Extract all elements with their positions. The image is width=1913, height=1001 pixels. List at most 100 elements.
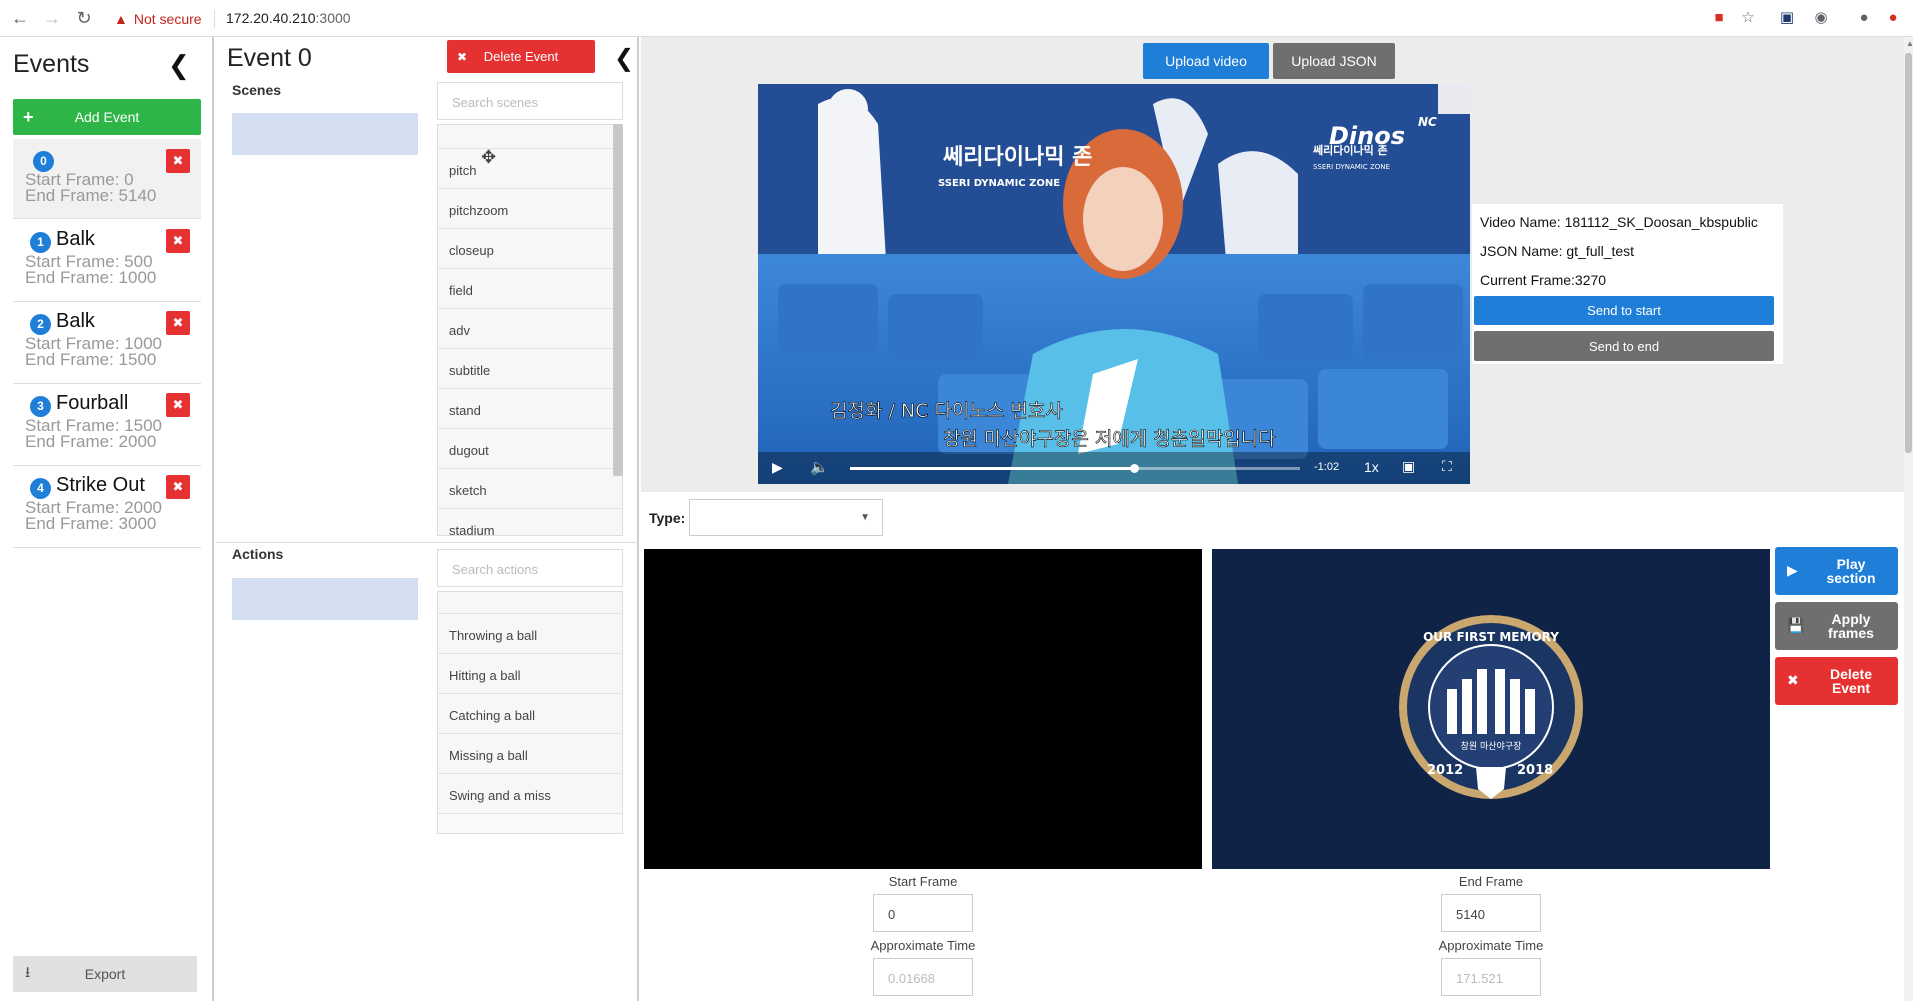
section-divider — [216, 542, 639, 543]
scene-item[interactable]: stand — [438, 389, 622, 429]
delete-event-icon[interactable]: ✖ — [166, 311, 190, 335]
scroll-up-icon[interactable]: ▲ — [1906, 39, 1913, 48]
event-card-3[interactable]: 3 Fourball Start Frame: 1500 End Frame: … — [13, 386, 201, 466]
delete-event-button[interactable]: ✖ Delete Event — [447, 40, 595, 73]
upload-video-button[interactable]: Upload video — [1143, 43, 1269, 79]
end-frame-preview: OUR FIRST MEMORY 창원 마산야구장 2012 2018 — [1212, 549, 1770, 869]
delete-event-side-button[interactable]: ✖ Delete Event — [1775, 657, 1898, 705]
event-card-0[interactable]: 0 Start Frame: 0 End Frame: 5140 ✖ — [13, 139, 201, 219]
not-secure-label: Not secure — [133, 11, 202, 27]
event-end-frame: End Frame: 2000 — [25, 432, 157, 451]
scene-item[interactable]: closeup — [438, 229, 622, 269]
export-button[interactable]: ⭳ Export — [13, 956, 197, 992]
brand-text: Dinos — [1329, 122, 1405, 150]
logo-korean-text: 창원 마산야구장 — [1461, 741, 1522, 752]
action-item[interactable]: Missing a ball — [438, 734, 622, 774]
event-end-frame: End Frame: 5140 — [25, 186, 157, 205]
end-frame-label: End Frame — [1458, 874, 1524, 889]
add-event-label: Add Event — [74, 109, 140, 125]
blocked-popup-icon[interactable]: ■ — [1710, 9, 1728, 27]
end-time-field[interactable]: 171.521 — [1441, 958, 1541, 996]
delete-event-label: Delete Event — [483, 49, 559, 64]
event-end-frame: End Frame: 3000 — [25, 514, 157, 533]
scene-item[interactable]: pitchzoom — [438, 189, 622, 229]
page-scrollbar[interactable]: ▲ — [1904, 37, 1913, 1001]
event-end-frame: End Frame: 1500 — [25, 350, 157, 369]
delete-event-icon[interactable]: ✖ — [166, 475, 190, 499]
scene-item[interactable]: stadium — [438, 509, 622, 535]
zone-sign-en-right: SSERI DYNAMIC ZONE — [1313, 163, 1390, 171]
events-title: Events — [13, 50, 90, 78]
picture-in-picture-icon[interactable]: ▣ — [1402, 458, 1415, 475]
search-scenes-input[interactable]: Search scenes — [437, 82, 623, 120]
playback-speed[interactable]: 1x — [1364, 459, 1379, 475]
event-number-badge: 2 — [30, 314, 51, 335]
profile-avatar-icon[interactable]: ● — [1855, 9, 1873, 27]
event-card-1[interactable]: 1 Balk Start Frame: 500 End Frame: 1000 … — [13, 222, 201, 302]
collapse-editor-icon[interactable]: ❮ — [614, 44, 634, 73]
play-section-label: Play section — [1826, 556, 1876, 586]
export-label: Export — [84, 966, 126, 982]
scenes-scrollbar[interactable] — [613, 124, 623, 476]
start-frame-preview — [644, 549, 1202, 869]
download-icon: ⭳ — [25, 963, 31, 981]
delete-event-icon[interactable]: ✖ — [166, 229, 190, 253]
delete-event-side-label: Delete Event — [1829, 666, 1873, 696]
video-name: Video Name: 181112_SK_Doosan_kbspublic — [1480, 214, 1758, 230]
action-item[interactable]: Hitting a ball — [438, 654, 622, 694]
event-card-4[interactable]: 4 Strike Out Start Frame: 2000 End Frame… — [13, 468, 201, 548]
search-actions-input[interactable]: Search actions — [437, 549, 623, 587]
camera-icon[interactable]: ◉ — [1812, 9, 1830, 27]
security-indicator[interactable]: ▲ Not secure — [114, 9, 202, 29]
logo-top-text: OUR FIRST MEMORY — [1423, 630, 1559, 644]
volume-icon[interactable]: 🔈 — [810, 458, 829, 476]
list-spacer — [438, 125, 622, 149]
fullscreen-icon[interactable]: ⛶ — [1442, 458, 1452, 475]
address-bar[interactable]: 172.20.40.210:3000 — [226, 10, 351, 26]
delete-event-icon[interactable]: ✖ — [166, 149, 190, 173]
action-item[interactable]: Swing and a miss — [438, 774, 622, 814]
forward-icon[interactable]: → — [42, 8, 62, 28]
scene-item[interactable]: field — [438, 269, 622, 309]
event-name: Fourball — [56, 392, 129, 414]
scene-item[interactable]: subtitle — [438, 349, 622, 389]
event-number-badge: 1 — [30, 232, 51, 253]
event-card-2[interactable]: 2 Balk Start Frame: 1000 End Frame: 1500… — [13, 304, 201, 384]
scene-item[interactable]: pitch — [438, 149, 622, 189]
start-frame-input[interactable]: 0 — [873, 894, 973, 932]
scene-item[interactable]: dugout — [438, 429, 622, 469]
play-icon[interactable]: ▶ — [772, 459, 783, 476]
apply-frames-button[interactable]: 💾 Apply frames — [1775, 602, 1898, 650]
send-to-start-button[interactable]: Send to start — [1474, 296, 1774, 325]
bookmark-star-icon[interactable]: ☆ — [1739, 9, 1757, 27]
action-item[interactable]: Catching a ball — [438, 694, 622, 734]
scenes-drop-zone[interactable] — [232, 113, 418, 155]
scene-item[interactable]: adv — [438, 309, 622, 349]
video-progress-track[interactable] — [850, 467, 1300, 470]
move-cursor-icon: ✥ — [481, 147, 497, 167]
save-icon: 💾 — [1787, 617, 1805, 633]
extension-icon[interactable]: ▣ — [1778, 9, 1796, 27]
scrollbar-thumb[interactable] — [1905, 53, 1912, 453]
delete-event-icon[interactable]: ✖ — [166, 393, 190, 417]
video-progress-fill — [850, 467, 1134, 470]
upload-json-button[interactable]: Upload JSON — [1273, 43, 1395, 79]
play-section-button[interactable]: ▶ Play section — [1775, 547, 1898, 595]
warning-icon: ▲ — [114, 11, 128, 27]
scene-item[interactable]: sketch — [438, 469, 622, 509]
send-to-end-button[interactable]: Send to end — [1474, 331, 1774, 361]
start-time-field[interactable]: 0.01668 — [873, 958, 973, 996]
video-progress-knob[interactable] — [1129, 464, 1139, 473]
end-frame-input[interactable]: 5140 — [1441, 894, 1541, 932]
type-select[interactable]: ▼ — [689, 499, 883, 536]
update-icon[interactable]: ● — [1884, 9, 1902, 27]
action-item[interactable]: Throwing a ball — [438, 614, 622, 654]
actions-list: Throwing a ball Hitting a ball Catching … — [437, 591, 623, 834]
add-event-button[interactable]: + Add Event — [13, 99, 201, 135]
actions-drop-zone[interactable] — [232, 578, 418, 620]
caption-line-1: 김정화 / NC 다이노스 변호사 — [830, 400, 1063, 422]
collapse-sidebar-icon[interactable]: ❮ — [168, 50, 190, 81]
reload-icon[interactable]: ↻ — [74, 8, 94, 28]
back-icon[interactable]: ← — [10, 8, 30, 28]
video-player[interactable]: 쎄리다이나믹 존 SSERI DYNAMIC ZONE 쎄리다이나믹 존 SSE… — [758, 84, 1470, 484]
